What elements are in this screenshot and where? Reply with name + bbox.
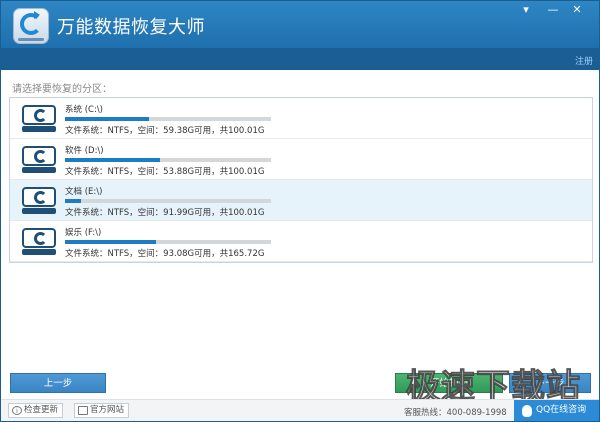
- title-bar[interactable]: 万能数据恢复大师 ▾ — ✕: [1, 1, 599, 48]
- official-website-label: 官方网站: [90, 405, 125, 415]
- partition-name: 娱乐 (F:\): [65, 228, 102, 238]
- disk-icon: [22, 228, 56, 256]
- usage-bar: [65, 199, 271, 203]
- disk-icon: [22, 187, 56, 215]
- partition-row-c[interactable]: 系统 (C:\) 文件系统：NTFS，空间：59.38G可用，共100.01G: [10, 98, 592, 139]
- usage-bar-fill: [65, 158, 160, 162]
- partition-list: 系统 (C:\) 文件系统：NTFS，空间：59.38G可用，共100.01G …: [9, 97, 593, 263]
- disk-icon: [22, 105, 56, 133]
- usage-bar-fill: [65, 240, 156, 244]
- partition-row-d[interactable]: 软件 (D:\) 文件系统：NTFS，空间：53.88G可用，共100.01G: [10, 139, 592, 180]
- partition-name: 软件 (D:\): [65, 146, 104, 156]
- official-website-button[interactable]: 官方网站: [74, 403, 130, 418]
- qq-support-button[interactable]: QQ在线咨询: [514, 400, 599, 421]
- usage-bar: [65, 240, 271, 244]
- qq-penguin-icon: [522, 405, 532, 417]
- header-strip: 注册: [1, 48, 599, 70]
- footer-bar: i 检查更新 官方网站 客服热线：400-089-1998 QQ在线咨询: [1, 399, 599, 421]
- qq-support-label: QQ在线咨询: [536, 405, 587, 415]
- app-title: 万能数据恢复大师: [57, 17, 205, 38]
- usage-bar: [65, 117, 271, 121]
- partition-info: 文件系统：NTFS，空间：59.38G可用，共100.01G: [65, 126, 265, 136]
- monitor-icon: [78, 406, 88, 415]
- partition-name: 文档 (E:\): [65, 187, 103, 197]
- close-button[interactable]: ✕: [568, 3, 586, 17]
- support-hotline: 客服热线：400-089-1998: [404, 408, 507, 418]
- previous-step-button[interactable]: 上一步: [10, 373, 106, 393]
- info-icon: i: [12, 406, 22, 415]
- minimize-button[interactable]: —: [544, 3, 562, 17]
- register-link[interactable]: 注册: [575, 54, 593, 67]
- app-window: 万能数据恢复大师 ▾ — ✕ 注册 请选择要恢复的分区： 系统 (C:\) 文件…: [0, 0, 600, 422]
- partition-name: 系统 (C:\): [65, 105, 103, 115]
- partition-info: 文件系统：NTFS，空间：53.88G可用，共100.01G: [65, 167, 265, 177]
- check-update-button[interactable]: i 检查更新: [8, 403, 64, 418]
- usage-bar-fill: [65, 117, 150, 121]
- disk-icon: [22, 146, 56, 174]
- partition-info: 文件系统：NTFS，空间：91.99G可用，共100.01G: [65, 208, 265, 218]
- menu-dropdown-icon[interactable]: ▾: [517, 3, 535, 17]
- usage-bar: [65, 158, 271, 162]
- check-update-label: 检查更新: [24, 405, 59, 415]
- select-partition-prompt: 请选择要恢复的分区：: [12, 84, 112, 95]
- partition-row-f[interactable]: 娱乐 (F:\) 文件系统：NTFS，空间：93.08G可用，共165.72G: [10, 221, 592, 262]
- usage-bar-fill: [65, 199, 82, 203]
- app-logo-icon: [13, 8, 49, 44]
- partition-info: 文件系统：NTFS，空间：93.08G可用，共165.72G: [65, 249, 265, 259]
- partition-row-e[interactable]: 文档 (E:\) 文件系统：NTFS，空间：91.99G可用，共100.01G: [10, 180, 592, 221]
